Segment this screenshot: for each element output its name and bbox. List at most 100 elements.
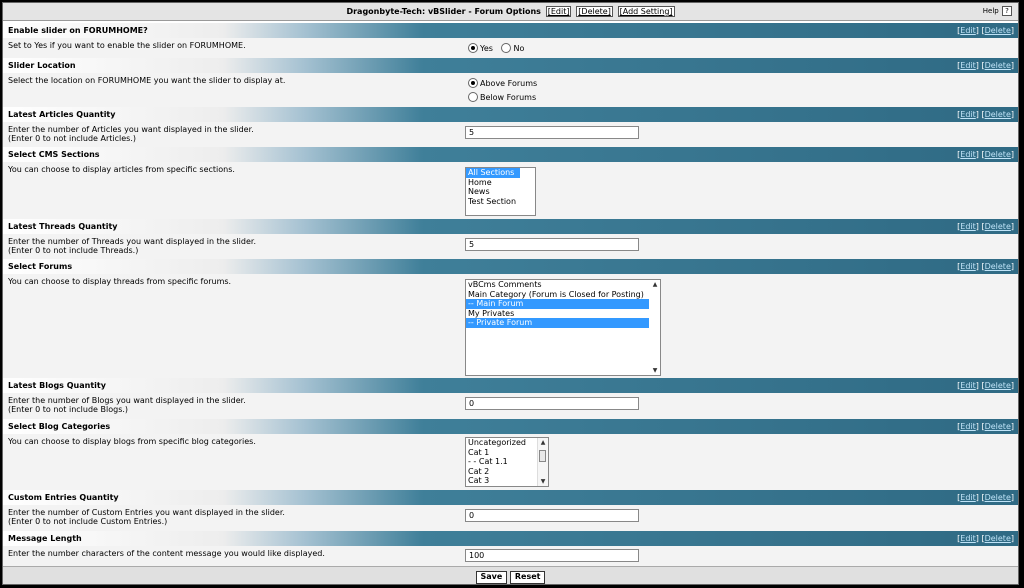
form-footer: Save Reset <box>3 566 1018 584</box>
edit-link[interactable]: Edit <box>960 150 976 159</box>
page-title: Dragonbyte-Tech: vBSlider - Forum Option… <box>346 7 541 16</box>
setting-header-enable-slider: Enable slider on FORUMHOME? [Edit] [Dele… <box>3 23 1018 38</box>
reset-button[interactable]: Reset <box>509 571 546 584</box>
edit-link[interactable]: Edit <box>960 493 976 502</box>
edit-link[interactable]: Edit <box>960 26 976 35</box>
delete-link[interactable]: Delete <box>985 262 1011 271</box>
setting-description: Enter the number of Custom Entries you w… <box>8 508 285 526</box>
scroll-down-icon[interactable]: ▼ <box>650 366 660 375</box>
setting-description: You can choose to display blogs from spe… <box>8 437 256 446</box>
options-window: Dragonbyte-Tech: vBSlider - Forum Option… <box>2 2 1019 585</box>
setting-title: Select Forums <box>8 262 73 271</box>
edit-link[interactable]: Edit <box>960 61 976 70</box>
delete-link[interactable]: Delete <box>985 534 1011 543</box>
setting-description: Enter the number of Threads you want dis… <box>8 237 256 255</box>
title-delete-link[interactable]: [Delete] <box>576 6 613 17</box>
delete-link[interactable]: Delete <box>985 26 1011 35</box>
custom-entries-input[interactable]: 0 <box>465 509 639 522</box>
radio-no[interactable] <box>501 43 512 53</box>
title-edit-link[interactable]: [Edit] <box>545 6 572 17</box>
list-item[interactable]: Main Category (Forum is Closed for Posti… <box>466 290 649 300</box>
list-item[interactable]: -- Main Forum <box>466 299 649 309</box>
setting-actions: [Edit] [Delete] <box>957 150 1014 159</box>
setting-actions: [Edit] [Delete] <box>957 262 1014 271</box>
setting-actions: [Edit] [Delete] <box>957 222 1014 231</box>
setting-title: Custom Entries Quantity <box>8 493 119 502</box>
list-item[interactable]: News <box>466 187 535 197</box>
setting-row: You can choose to display articles from … <box>3 162 1018 219</box>
delete-link[interactable]: Delete <box>985 110 1011 119</box>
edit-link[interactable]: Edit <box>960 422 976 431</box>
setting-header-message-length: Message Length [Edit] [Delete] <box>3 531 1018 546</box>
radio-label: Below Forums <box>480 92 537 102</box>
setting-header-blog-categories: Select Blog Categories [Edit] [Delete] <box>3 419 1018 434</box>
setting-title: Latest Articles Quantity <box>8 110 116 119</box>
setting-description: Enter the number characters of the conte… <box>8 549 325 558</box>
setting-actions: [Edit] [Delete] <box>957 422 1014 431</box>
slider-location-radio-group: Above Forums Below Forums <box>468 78 543 102</box>
setting-title: Enable slider on FORUMHOME? <box>8 26 148 35</box>
articles-quantity-input[interactable]: 5 <box>465 126 639 139</box>
setting-header-articles-quantity: Latest Articles Quantity [Edit] [Delete] <box>3 107 1018 122</box>
setting-header-slider-location: Slider Location [Edit] [Delete] <box>3 58 1018 73</box>
list-item[interactable]: Home <box>466 178 535 188</box>
delete-link[interactable]: Delete <box>985 150 1011 159</box>
cms-sections-listbox[interactable]: All Sections Home News Test Section <box>465 167 536 216</box>
message-length-input[interactable]: 100 <box>465 549 639 562</box>
setting-title: Slider Location <box>8 61 76 70</box>
setting-actions: [Edit] [Delete] <box>957 493 1014 502</box>
edit-link[interactable]: Edit <box>960 262 976 271</box>
blogs-quantity-input[interactable]: 0 <box>465 397 639 410</box>
scroll-up-icon[interactable]: ▲ <box>650 280 660 289</box>
delete-link[interactable]: Delete <box>985 61 1011 70</box>
enable-slider-radio-group: Yes No <box>468 43 530 53</box>
list-item[interactable]: - - Cat 1.1 <box>466 457 537 467</box>
delete-link[interactable]: Delete <box>985 222 1011 231</box>
setting-title: Select Blog Categories <box>8 422 111 431</box>
add-setting-link[interactable]: [Add Setting] <box>617 6 675 17</box>
blog-categories-scrollbar[interactable]: ▲ ▼ <box>537 438 548 486</box>
list-item[interactable]: Cat 3 <box>466 476 537 486</box>
scroll-up-icon[interactable]: ▲ <box>538 438 548 447</box>
radio-label: No <box>513 43 525 53</box>
list-item[interactable]: Cat 1 <box>466 448 537 458</box>
setting-actions: [Edit] [Delete] <box>957 110 1014 119</box>
help-icon[interactable]: ? <box>1002 6 1012 16</box>
list-item[interactable]: Cat 2 <box>466 467 537 477</box>
list-item[interactable]: vBCms Comments <box>466 280 649 290</box>
radio-below-forums[interactable] <box>468 92 478 102</box>
setting-description: Select the location on FORUMHOME you wan… <box>8 76 286 85</box>
scroll-down-icon[interactable]: ▼ <box>538 477 548 486</box>
title-bar: Dragonbyte-Tech: vBSlider - Forum Option… <box>3 3 1018 21</box>
edit-link[interactable]: Edit <box>960 222 976 231</box>
forums-listbox[interactable]: vBCms Comments Main Category (Forum is C… <box>465 279 661 376</box>
edit-link[interactable]: Edit <box>960 381 976 390</box>
edit-link[interactable]: Edit <box>960 110 976 119</box>
delete-link[interactable]: Delete <box>985 422 1011 431</box>
blog-categories-listbox[interactable]: Uncategorized Cat 1 - - Cat 1.1 Cat 2 Ca… <box>465 437 549 487</box>
list-item[interactable]: Uncategorized <box>466 438 537 448</box>
list-item[interactable]: My Privates <box>466 309 649 319</box>
list-item[interactable]: All Sections <box>466 168 520 178</box>
scroll-thumb[interactable] <box>539 450 546 462</box>
list-item[interactable]: Test Section <box>466 197 535 207</box>
setting-header-custom-entries: Custom Entries Quantity [Edit] [Delete] <box>3 490 1018 505</box>
threads-quantity-input[interactable]: 5 <box>465 238 639 251</box>
edit-link[interactable]: Edit <box>960 534 976 543</box>
setting-actions: [Edit] [Delete] <box>957 26 1014 35</box>
setting-title: Message Length <box>8 534 82 543</box>
setting-actions: [Edit] [Delete] <box>957 61 1014 70</box>
setting-header-cms-sections: Select CMS Sections [Edit] [Delete] <box>3 147 1018 162</box>
setting-description: Set to Yes if you want to enable the sli… <box>8 41 246 50</box>
setting-row: Select the location on FORUMHOME you wan… <box>3 73 1018 107</box>
save-button[interactable]: Save <box>475 571 508 584</box>
delete-link[interactable]: Delete <box>985 493 1011 502</box>
list-item[interactable]: -- Private Forum <box>466 318 649 328</box>
setting-row: Enter the number of Articles you want di… <box>3 122 1018 147</box>
delete-link[interactable]: Delete <box>985 381 1011 390</box>
radio-yes[interactable] <box>468 43 478 53</box>
help-link[interactable]: Help ? <box>983 3 1012 20</box>
setting-header-threads-quantity: Latest Threads Quantity [Edit] [Delete] <box>3 219 1018 234</box>
radio-above-forums[interactable] <box>468 78 478 88</box>
forums-scrollbar[interactable]: ▲ ▼ <box>650 280 660 375</box>
